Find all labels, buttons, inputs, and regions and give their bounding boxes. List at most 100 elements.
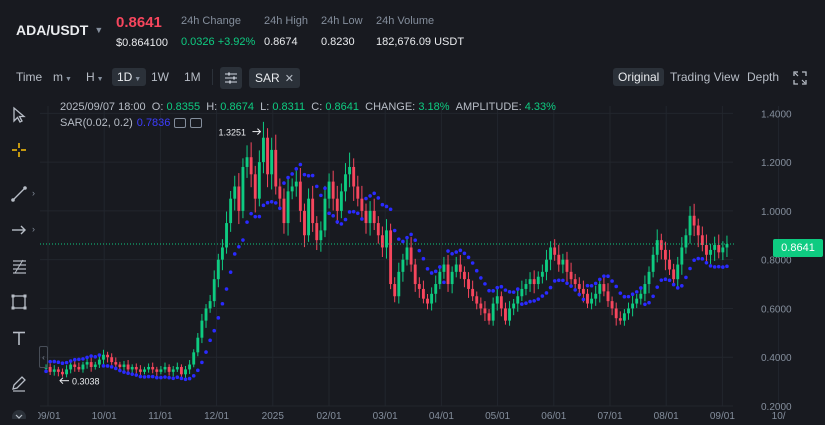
x-tick-label: 07/01: [597, 411, 622, 422]
crosshair-icon[interactable]: [8, 139, 30, 161]
candle-body: [680, 247, 684, 265]
sar-dot: [450, 251, 454, 256]
sar-dot: [72, 357, 77, 362]
chevron-right-icon[interactable]: ›: [32, 224, 35, 234]
sar-dot: [479, 276, 483, 280]
candle-body: [360, 198, 364, 211]
indicator-settings-icon[interactable]: [220, 67, 242, 89]
sar-dot: [261, 203, 266, 208]
candle-body: [118, 364, 122, 367]
minute-interval-button[interactable]: m ▼: [53, 70, 72, 84]
trend-line-icon[interactable]: [8, 183, 30, 205]
month-interval-button[interactable]: 1M: [184, 70, 201, 84]
stat-24h-volume: 24h Volume 182,676.09 USDT: [376, 15, 465, 48]
sar-dot: [610, 279, 614, 283]
sar-dot: [671, 282, 676, 287]
candle-body: [69, 364, 73, 370]
candle-body: [499, 296, 503, 309]
sar-dot: [647, 300, 651, 305]
sar-dot: [216, 316, 221, 320]
sar-dot: [364, 196, 368, 201]
max-price-annotation: 1.3251: [218, 128, 246, 138]
view-depth-tab[interactable]: Depth: [747, 70, 779, 84]
view-tradingview-tab[interactable]: Trading View: [670, 70, 739, 84]
ticker-header: ADA/USDT ▼ 0.8641 $0.864100 24h Change 0…: [0, 0, 825, 60]
sar-dot: [191, 374, 196, 378]
time-button[interactable]: Time: [16, 70, 42, 84]
cursor-icon[interactable]: [8, 104, 30, 126]
week-interval-button[interactable]: 1W: [151, 70, 169, 84]
sar-dot: [536, 297, 541, 301]
candle-body: [409, 247, 413, 265]
chevron-down-icon[interactable]: [8, 406, 30, 422]
sar-dot: [56, 360, 61, 365]
candle-body: [397, 271, 401, 297]
sar-dot: [77, 357, 81, 362]
sar-dot: [360, 217, 364, 221]
x-tick-label: 12/01: [204, 411, 229, 422]
chevron-right-icon[interactable]: ›: [32, 188, 35, 198]
candle-body: [245, 157, 249, 167]
candle-body: [389, 230, 393, 285]
sar-dot: [458, 248, 463, 253]
sar-dot: [171, 376, 176, 381]
sar-dot: [343, 217, 348, 222]
sar-dot: [196, 368, 200, 373]
sar-dot: [417, 248, 422, 253]
candle-body: [106, 354, 110, 358]
price-chart[interactable]: 1.4000 1.2000 1.0000 0.8000 0.6000 0.4000 0.20…: [38, 96, 825, 425]
settings-icon[interactable]: [190, 118, 203, 128]
text-icon[interactable]: [8, 327, 30, 349]
candle-body: [344, 174, 347, 192]
sar-dot: [569, 284, 573, 288]
sar-dot: [528, 299, 532, 304]
sar-dot: [142, 375, 147, 379]
candle-body: [655, 240, 659, 255]
sar-dot: [130, 372, 134, 376]
sar-dot: [552, 279, 557, 283]
arrow-icon[interactable]: [8, 219, 30, 241]
sar-dot: [122, 370, 126, 374]
sar-dot: [372, 191, 376, 196]
sar-indicator-chip[interactable]: SAR ✕: [249, 68, 300, 88]
sar-dot: [548, 285, 553, 290]
candle-body: [278, 186, 282, 199]
candle-body: [635, 298, 639, 304]
collapse-rail-icon[interactable]: ‹: [39, 346, 48, 368]
sar-dot: [376, 196, 381, 200]
candle-body: [97, 359, 101, 365]
sar-dot: [118, 368, 122, 373]
candle-body: [516, 296, 520, 304]
sar-dot: [290, 172, 294, 176]
close-icon[interactable]: ✕: [285, 72, 294, 85]
sar-dot: [335, 220, 340, 224]
hour-interval-button[interactable]: H ▼: [86, 70, 104, 84]
sar-chip-label: SAR: [255, 71, 280, 85]
eye-icon[interactable]: [174, 118, 187, 128]
candle-body: [52, 369, 56, 372]
candle-body: [717, 245, 721, 253]
candle-body: [188, 364, 192, 370]
sar-dot: [146, 374, 151, 379]
fullscreen-icon[interactable]: [790, 67, 810, 89]
fib-icon[interactable]: [8, 255, 30, 277]
sar-dot: [200, 360, 204, 365]
pencil-icon[interactable]: [8, 372, 30, 394]
candle-body: [212, 279, 216, 302]
sar-dot: [721, 265, 725, 269]
candle-body: [684, 235, 688, 248]
sar-dot: [397, 237, 401, 241]
pair-selector[interactable]: ADA/USDT ▼: [16, 22, 103, 38]
candle-body: [315, 223, 319, 241]
day-interval-button[interactable]: 1D ▼: [112, 68, 147, 86]
sar-dot: [618, 291, 623, 295]
x-tick-label: 02/01: [316, 411, 341, 422]
candle-body: [385, 230, 388, 248]
candlestick-chart[interactable]: 1.40001.20001.00000.80000.60000.40000.20…: [38, 96, 825, 425]
candle-body: [622, 313, 626, 321]
sar-dot: [388, 207, 393, 212]
rectangle-icon[interactable]: [8, 291, 30, 313]
candle-body: [663, 249, 667, 260]
sar-dot: [442, 280, 446, 285]
view-original-tab[interactable]: Original: [613, 68, 665, 86]
